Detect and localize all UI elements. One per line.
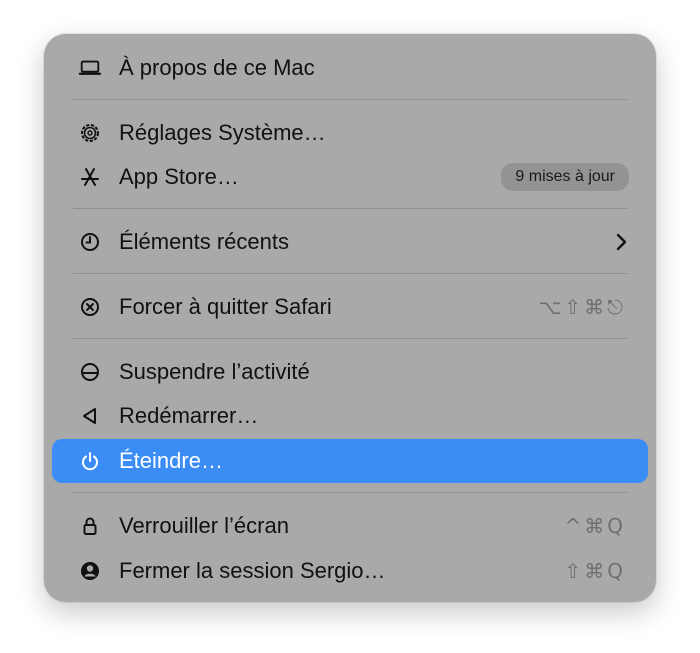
- separator: [73, 208, 627, 209]
- laptop-icon: [78, 56, 102, 80]
- gear-icon: [78, 121, 102, 145]
- clock-icon: [78, 230, 102, 254]
- power-icon: [78, 449, 102, 473]
- menu-item-system-settings[interactable]: Réglages Système…: [52, 111, 648, 155]
- keyboard-shortcut: ⌥⇧⌘⎋: [538, 295, 626, 319]
- separator: [73, 99, 627, 100]
- menu-item-log-out[interactable]: Fermer la session Sergio… ⇧⌘Q: [52, 549, 648, 593]
- menu-item-label: Forcer à quitter Safari: [119, 294, 332, 319]
- menu-item-lock-screen[interactable]: Verrouiller l’écran ^⌘Q: [52, 504, 648, 548]
- restart-icon: [78, 404, 102, 428]
- menu-item-sleep[interactable]: Suspendre l’activité: [52, 350, 648, 394]
- lock-icon: [78, 514, 102, 538]
- menu-item-app-store[interactable]: App Store… 9 mises à jour: [52, 155, 648, 199]
- menu-item-label: Éléments récents: [119, 229, 289, 254]
- apple-menu: À propos de ce Mac Réglages Système… App…: [44, 34, 656, 602]
- menu-item-recent-items[interactable]: Éléments récents: [52, 220, 648, 264]
- updates-badge: 9 mises à jour: [501, 163, 629, 191]
- menu-item-label: Éteindre…: [119, 448, 223, 473]
- menu-item-label: Suspendre l’activité: [119, 359, 310, 384]
- menu-item-label: Fermer la session Sergio…: [119, 558, 386, 583]
- keyboard-shortcut: ^⌘Q: [564, 514, 626, 538]
- menu-item-label: À propos de ce Mac: [119, 55, 315, 80]
- user-icon: [78, 559, 102, 583]
- app-store-icon: [78, 165, 102, 189]
- separator: [73, 338, 627, 339]
- menu-item-label: App Store…: [119, 164, 239, 189]
- separator: [73, 492, 627, 493]
- keyboard-shortcut: ⇧⌘Q: [564, 559, 626, 583]
- sleep-icon: [78, 360, 102, 384]
- menu-item-label: Verrouiller l’écran: [119, 513, 289, 538]
- menu-item-restart[interactable]: Redémarrer…: [52, 394, 648, 438]
- menu-item-about[interactable]: À propos de ce Mac: [52, 46, 648, 90]
- menu-item-force-quit[interactable]: Forcer à quitter Safari ⌥⇧⌘⎋: [52, 285, 648, 329]
- menu-item-label: Réglages Système…: [119, 120, 326, 145]
- menu-item-shut-down[interactable]: Éteindre…: [52, 439, 648, 483]
- chevron-right-icon: [614, 232, 628, 252]
- menu-item-label: Redémarrer…: [119, 403, 259, 428]
- force-quit-icon: [78, 295, 102, 319]
- separator: [73, 273, 627, 274]
